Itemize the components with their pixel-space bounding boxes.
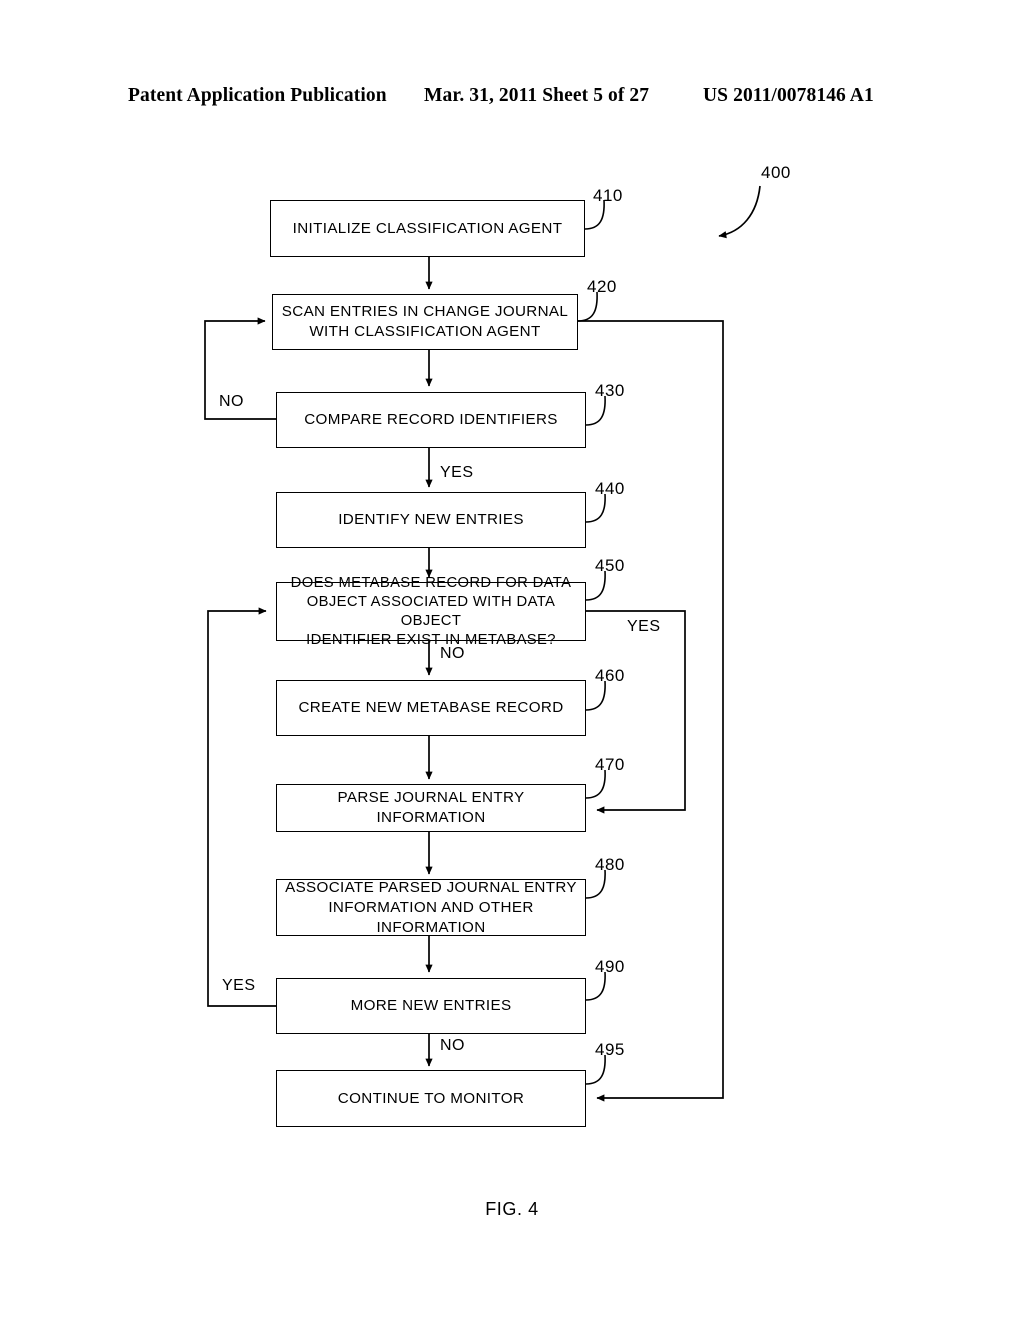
edge-label-no-450: NO (440, 645, 465, 662)
refnum-480: 480 (595, 855, 625, 874)
node-initialize-classification-agent: INITIALIZE CLASSIFICATION AGENT (270, 200, 585, 257)
refnum-450: 450 (595, 556, 625, 575)
node-does-metabase-record-exist: DOES METABASE RECORD FOR DATA OBJECT ASS… (276, 575, 586, 648)
connector-490-yes-loop-to-450 (207, 607, 276, 1007)
node-create-new-metabase-record: CREATE NEW METABASE RECORD (276, 680, 586, 736)
refnum-495: 495 (595, 1040, 625, 1059)
edge-label-no-490: NO (440, 1037, 465, 1054)
node-label-410: INITIALIZE CLASSIFICATION AGENT (292, 219, 563, 237)
refnum-490: 490 (595, 957, 625, 976)
lead-line-400 (718, 185, 761, 239)
node-associate-parsed-journal-entry: ASSOCIATE PARSED JOURNAL ENTRY INFORMATI… (276, 879, 586, 936)
node-identify-new-entries: IDENTIFY NEW ENTRIES (276, 492, 586, 548)
edge-label-yes-430: YES (440, 464, 474, 481)
node-label-420: SCAN ENTRIES IN CHANGE JOURNAL WITH CLAS… (281, 303, 569, 340)
node-label-490: MORE NEW ENTRIES (350, 997, 512, 1014)
figure-caption: FIG. 4 (485, 1199, 539, 1219)
node-compare-record-identifiers: COMPARE RECORD IDENTIFIERS (276, 392, 586, 448)
node-label-495: CONTINUE TO MONITOR (337, 1089, 525, 1107)
node-scan-entries-change-journal: SCAN ENTRIES IN CHANGE JOURNAL WITH CLAS… (272, 294, 578, 350)
refnum-410: 410 (593, 186, 623, 205)
node-label-470: PARSE JOURNAL ENTRY INFORMATION (337, 789, 525, 826)
connector-420-to-495 (578, 320, 724, 1102)
refnum-470: 470 (595, 755, 625, 774)
node-label-450: DOES METABASE RECORD FOR DATA OBJECT ASS… (290, 574, 572, 648)
node-label-460: CREATE NEW METABASE RECORD (298, 699, 564, 716)
refnum-420: 420 (587, 277, 617, 296)
edge-label-yes-450: YES (627, 618, 661, 635)
edge-label-yes-490: YES (222, 977, 256, 994)
connector-450-yes-to-470 (586, 610, 686, 814)
node-more-new-entries: MORE NEW ENTRIES (276, 978, 586, 1034)
refnum-460: 460 (595, 666, 625, 685)
edge-label-no-430: NO (219, 393, 244, 410)
node-label-430: COMPARE RECORD IDENTIFIERS (304, 411, 558, 428)
node-label-480: ASSOCIATE PARSED JOURNAL ENTRY INFORMATI… (285, 878, 577, 936)
node-parse-journal-entry-information: PARSE JOURNAL ENTRY INFORMATION (276, 784, 586, 832)
refnum-400: 400 (761, 163, 791, 182)
refnum-430: 430 (595, 381, 625, 400)
node-label-440: IDENTIFY NEW ENTRIES (338, 511, 524, 528)
refnum-440: 440 (595, 479, 625, 498)
node-continue-to-monitor: CONTINUE TO MONITOR (276, 1070, 586, 1127)
flowchart-figure: 400 INITIALIZE CLASSIFICATION AGENT 410 … (0, 0, 1024, 1320)
